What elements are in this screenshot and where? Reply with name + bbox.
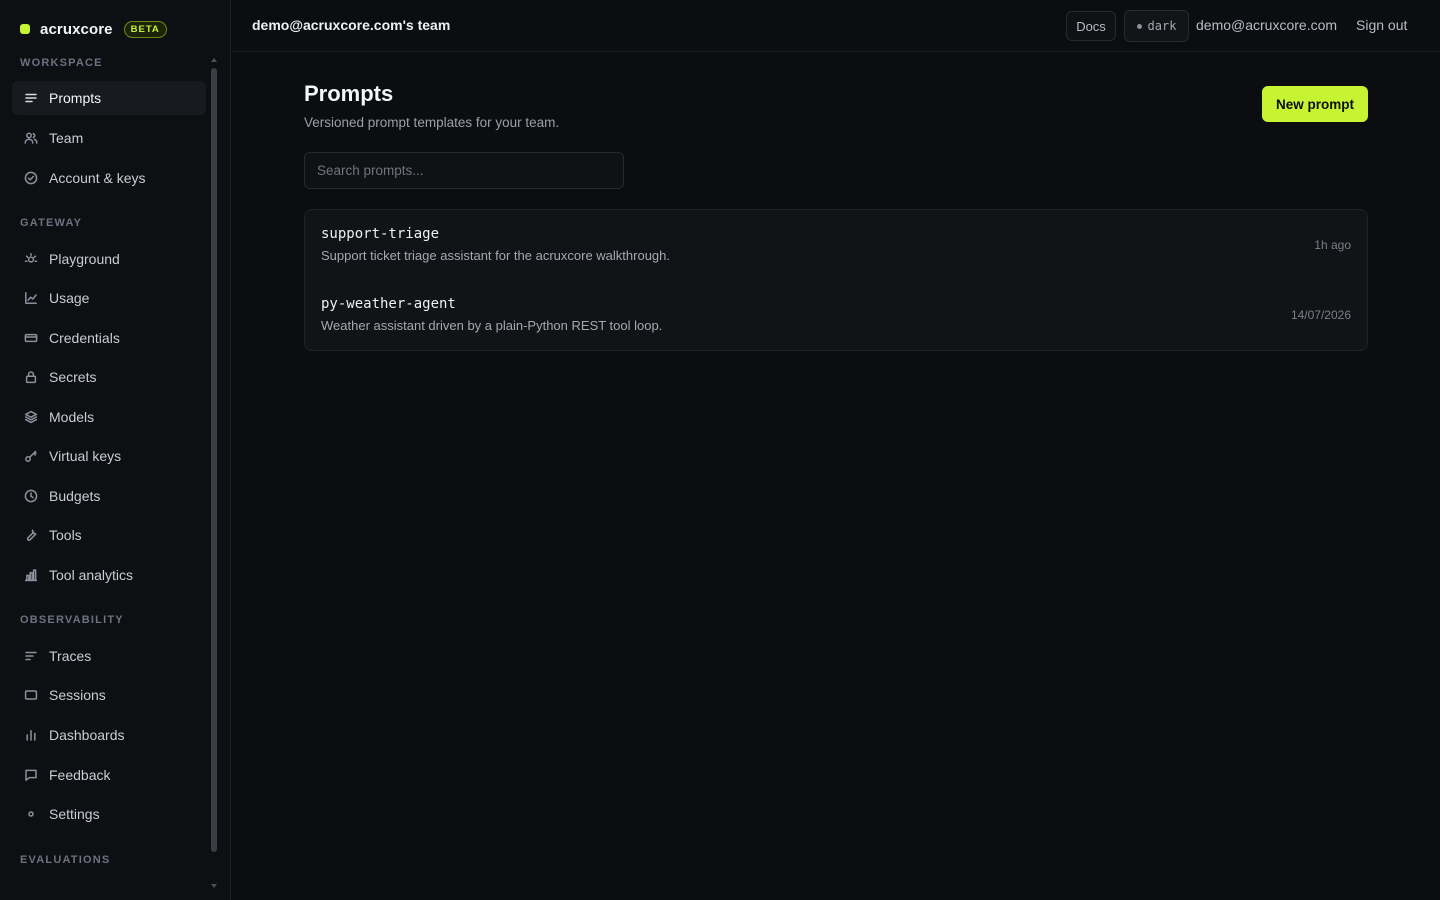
sidebar-item-tools[interactable]: Tools <box>12 518 206 552</box>
lock-icon <box>23 369 39 385</box>
prompt-name[interactable]: support-triage <box>321 226 439 242</box>
sidebar-item-models[interactable]: Models <box>12 400 206 434</box>
section-label-workspace: WORKSPACE <box>20 57 103 69</box>
sidebar-item-feedback[interactable]: Feedback <box>12 758 206 792</box>
brand-name: acruxcore <box>40 20 113 38</box>
sidebar-item-label: Tool analytics <box>49 567 134 583</box>
search-input[interactable] <box>304 152 624 189</box>
sun-icon <box>23 251 39 267</box>
sign-out-link[interactable]: Sign out <box>1356 17 1407 33</box>
prompt-description: Support ticket triage assistant for the … <box>321 248 671 263</box>
sidebar-item-label: Team <box>49 130 84 146</box>
page-subtitle: Versioned prompt templates for your team… <box>304 115 560 130</box>
sidebar-item-label: Models <box>49 409 95 425</box>
user-email: demo@acruxcore.com <box>1196 17 1338 33</box>
section-label-evaluations: EVALUATIONS <box>20 854 111 866</box>
card-icon <box>23 330 39 346</box>
sidebar-item-tool-analytics[interactable]: Tool analytics <box>12 558 206 592</box>
logo-icon <box>20 24 30 34</box>
prompt-updated: 14/07/2026 <box>1290 308 1351 322</box>
topbar: demo@acruxcore.com's team Docs dark demo… <box>232 0 1440 52</box>
sidebar-item-label: Tools <box>49 527 82 543</box>
wrench-icon <box>23 527 39 543</box>
sidebar-item-sessions[interactable]: Sessions <box>12 678 206 712</box>
bars-icon <box>23 727 39 743</box>
sidebar-item-label: Feedback <box>49 767 111 783</box>
users-icon <box>23 130 39 146</box>
sidebar-item-label: Prompts <box>49 90 102 106</box>
sidebar-scrollbar[interactable] <box>210 58 218 888</box>
theme-toggle[interactable]: dark <box>1124 10 1189 42</box>
sidebar-item-secrets[interactable]: Secrets <box>12 360 206 394</box>
sidebar-item-label: Virtual keys <box>49 448 122 464</box>
sidebar-item-usage[interactable]: Usage <box>12 281 206 315</box>
sidebar-item-settings[interactable]: Settings <box>12 797 206 831</box>
scroll-up-arrow-icon[interactable] <box>211 58 217 62</box>
moon-icon <box>1136 23 1142 29</box>
sidebar-item-label: Credentials <box>49 330 120 346</box>
prompt-updated: 1h ago <box>1314 238 1351 252</box>
lines-icon <box>23 90 39 106</box>
list-item[interactable]: support-triage Support ticket triage ass… <box>305 210 1367 280</box>
new-prompt-button[interactable]: New prompt <box>1262 86 1368 122</box>
section-label-gateway: GATEWAY <box>20 217 83 229</box>
sidebar-item-label: Budgets <box>49 488 101 504</box>
line-chart-icon <box>23 290 39 306</box>
sidebar-item-label: Sessions <box>49 687 106 703</box>
brand[interactable]: acruxcore BETA <box>20 18 167 40</box>
prompt-description: Weather assistant driven by a plain-Pyth… <box>321 318 663 333</box>
prompt-list: support-triage Support ticket triage ass… <box>304 209 1368 351</box>
traces-icon <box>23 648 39 664</box>
sidebar-item-label: Secrets <box>49 369 97 385</box>
sidebar-item-playground[interactable]: Playground <box>12 242 206 276</box>
page-title: Prompts <box>304 81 394 106</box>
check-circle-icon <box>23 170 39 186</box>
scroll-down-arrow-icon[interactable] <box>211 884 217 888</box>
team-name[interactable]: demo@acruxcore.com's team <box>252 17 450 33</box>
docs-button[interactable]: Docs <box>1066 11 1116 41</box>
sidebar: acruxcore BETA WORKSPACE Prompts Team Ac… <box>0 0 231 900</box>
sidebar-item-credentials[interactable]: Credentials <box>12 321 206 355</box>
clock-icon <box>23 488 39 504</box>
window-icon <box>23 687 39 703</box>
message-icon <box>23 767 39 783</box>
bar-chart-icon <box>23 567 39 583</box>
sidebar-item-label: Dashboards <box>49 727 125 743</box>
sidebar-item-account-keys[interactable]: Account & keys <box>12 161 206 195</box>
sidebar-item-dashboards[interactable]: Dashboards <box>12 718 206 752</box>
section-label-observability: OBSERVABILITY <box>20 614 124 626</box>
layers-icon <box>23 409 39 425</box>
sidebar-item-label: Traces <box>49 648 92 664</box>
sidebar-item-prompts[interactable]: Prompts <box>12 81 206 115</box>
scrollbar-thumb[interactable] <box>211 68 217 852</box>
prompt-name[interactable]: py-weather-agent <box>321 296 456 312</box>
sidebar-item-team[interactable]: Team <box>12 121 206 155</box>
sidebar-item-label: Playground <box>49 251 120 267</box>
beta-badge: BETA <box>123 20 167 38</box>
list-item[interactable]: py-weather-agent Weather assistant drive… <box>305 280 1367 350</box>
sidebar-item-virtual-keys[interactable]: Virtual keys <box>12 439 206 473</box>
sidebar-item-label: Account & keys <box>49 170 146 186</box>
key-icon <box>23 448 39 464</box>
sidebar-item-traces[interactable]: Traces <box>12 639 206 673</box>
dot-icon <box>23 806 39 822</box>
sidebar-item-budgets[interactable]: Budgets <box>12 479 206 513</box>
sidebar-item-label: Settings <box>49 806 100 822</box>
sidebar-item-label: Usage <box>49 290 90 306</box>
theme-label: dark <box>1147 19 1177 33</box>
